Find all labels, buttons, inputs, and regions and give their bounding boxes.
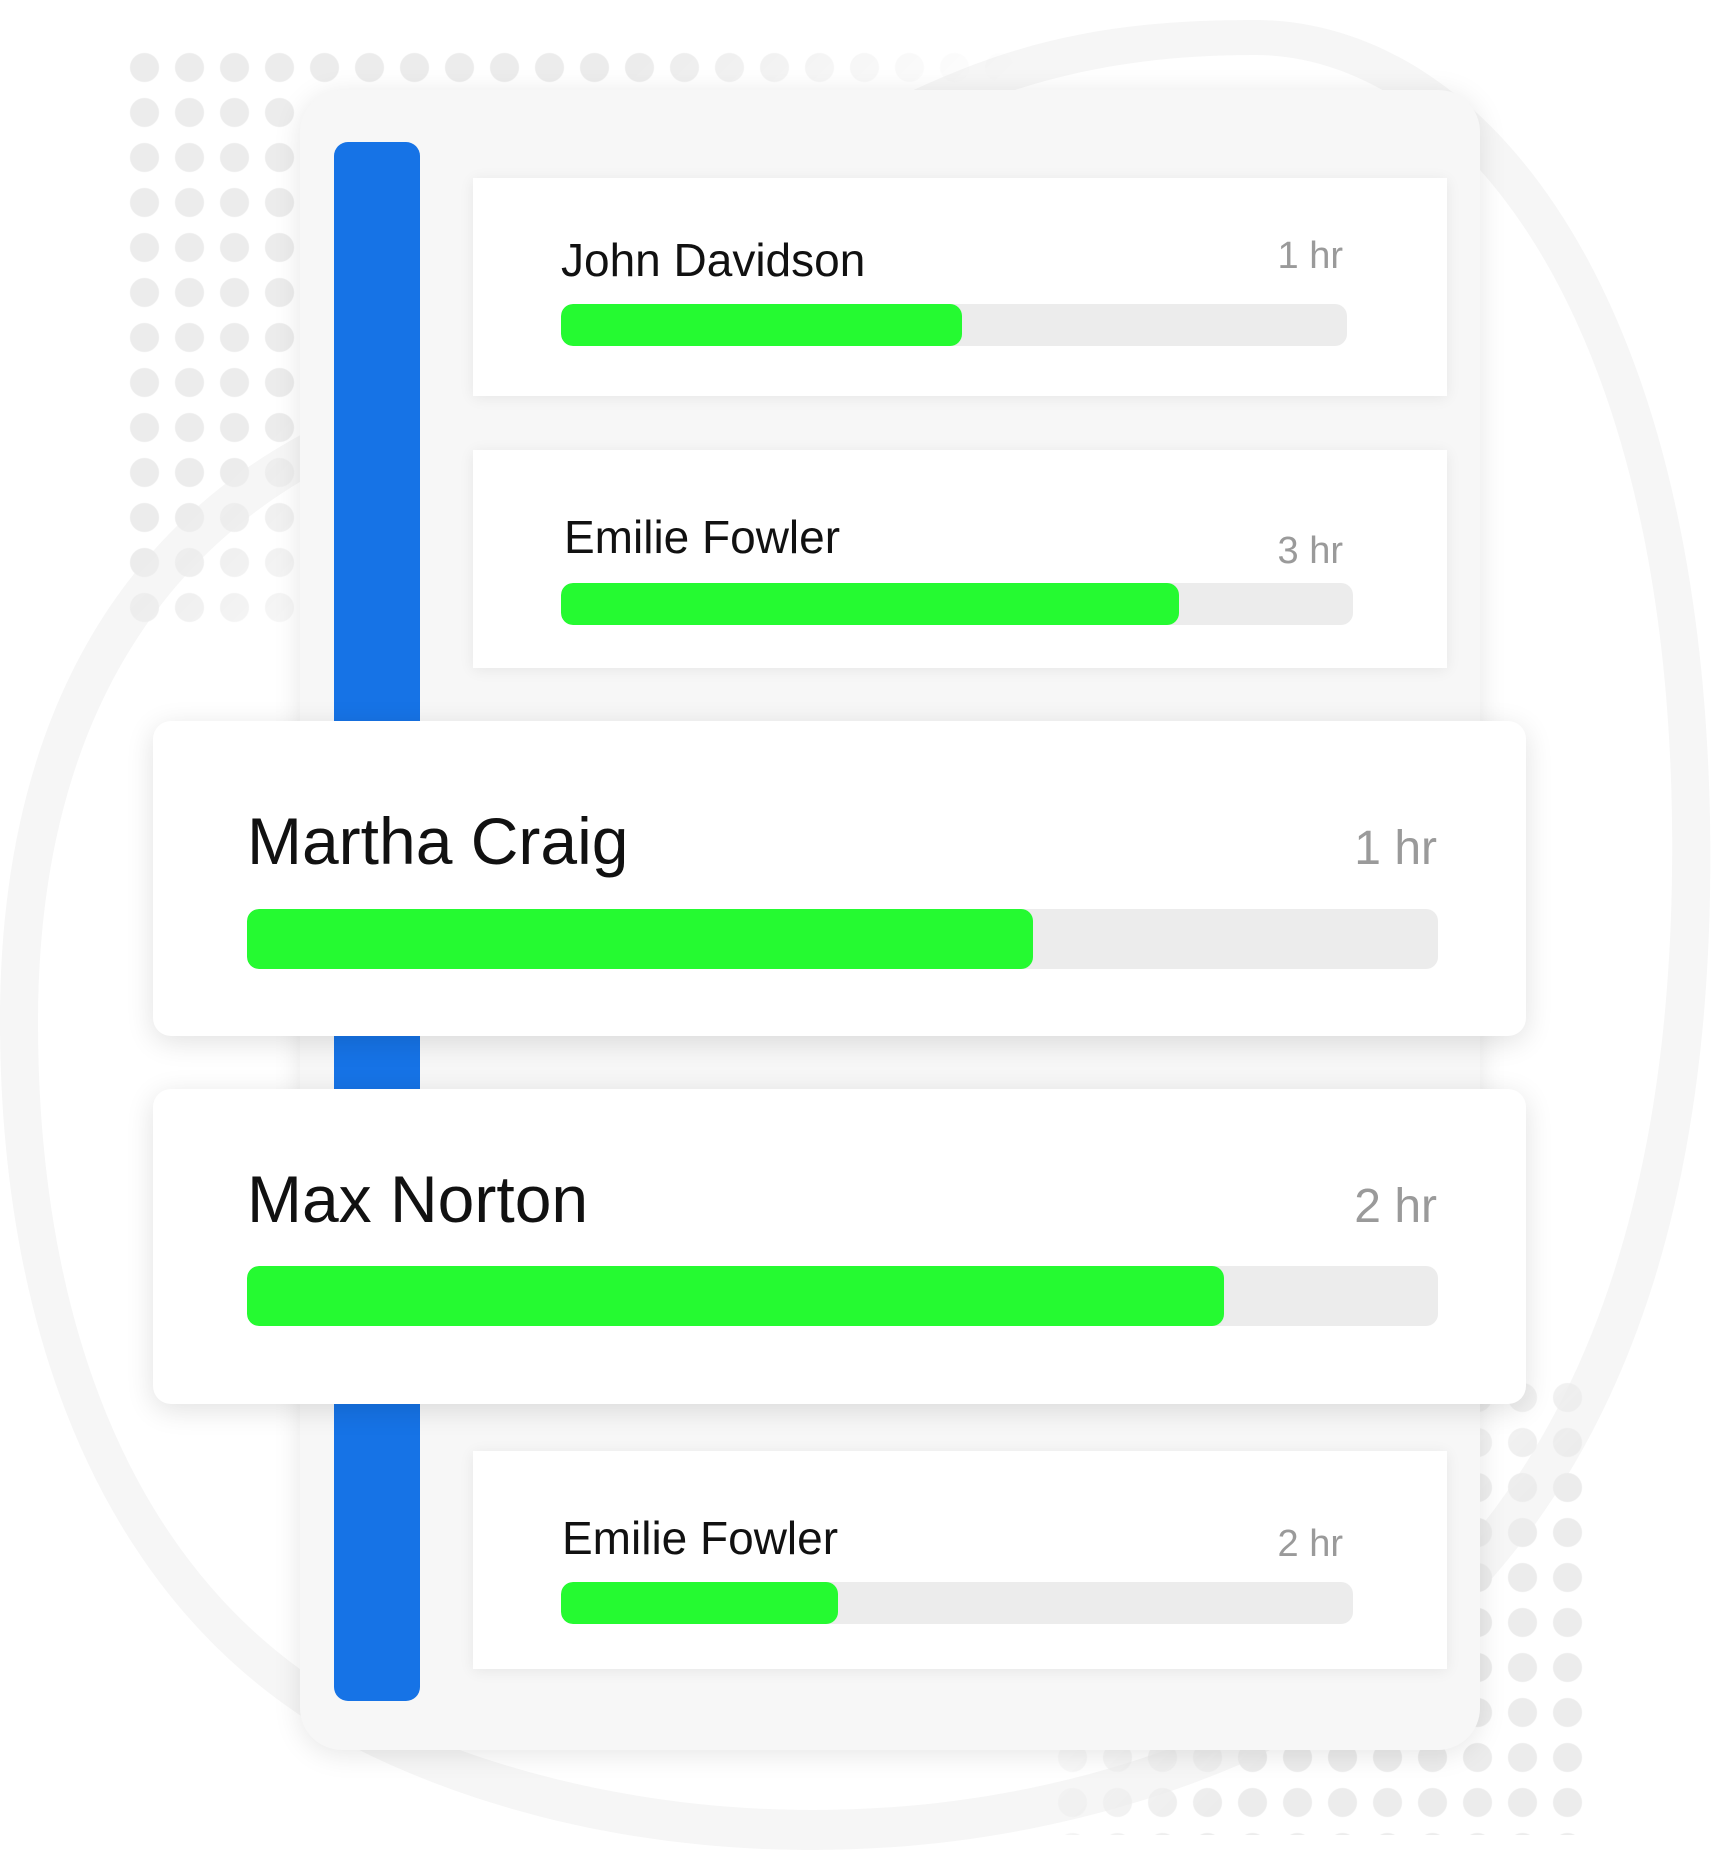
entry-card[interactable]: Emilie Fowler 3 hr [473,450,1447,668]
entry-duration: 1 hr [1354,822,1437,875]
entry-name: Emilie Fowler [564,511,841,563]
progress-fill [561,304,962,346]
entry-duration: 1 hr [1277,235,1343,277]
progress-bar [247,909,1438,969]
entry-duration: 2 hr [1354,1180,1437,1233]
progress-fill [561,1582,839,1624]
progress-bar [247,1266,1438,1326]
entry-card-expanded[interactable]: Martha Craig 1 hr [153,721,1526,1036]
entry-card-expanded[interactable]: Max Norton 2 hr [153,1089,1526,1404]
entry-duration: 2 hr [1277,1523,1343,1565]
entry-name: Max Norton [247,1162,589,1236]
progress-fill [247,1266,1224,1326]
entry-name: Martha Craig [247,804,629,878]
progress-fill [247,909,1034,969]
entry-name: John Davidson [561,234,866,286]
progress-bar [561,304,1347,346]
progress-bar [561,583,1353,625]
progress-fill [561,583,1179,625]
entry-duration: 3 hr [1277,530,1343,572]
entry-name: Emilie Fowler [562,1512,839,1564]
entry-card[interactable]: John Davidson 1 hr [473,178,1447,396]
entry-card[interactable]: Emilie Fowler 2 hr [473,1451,1447,1669]
progress-bar [561,1582,1353,1624]
